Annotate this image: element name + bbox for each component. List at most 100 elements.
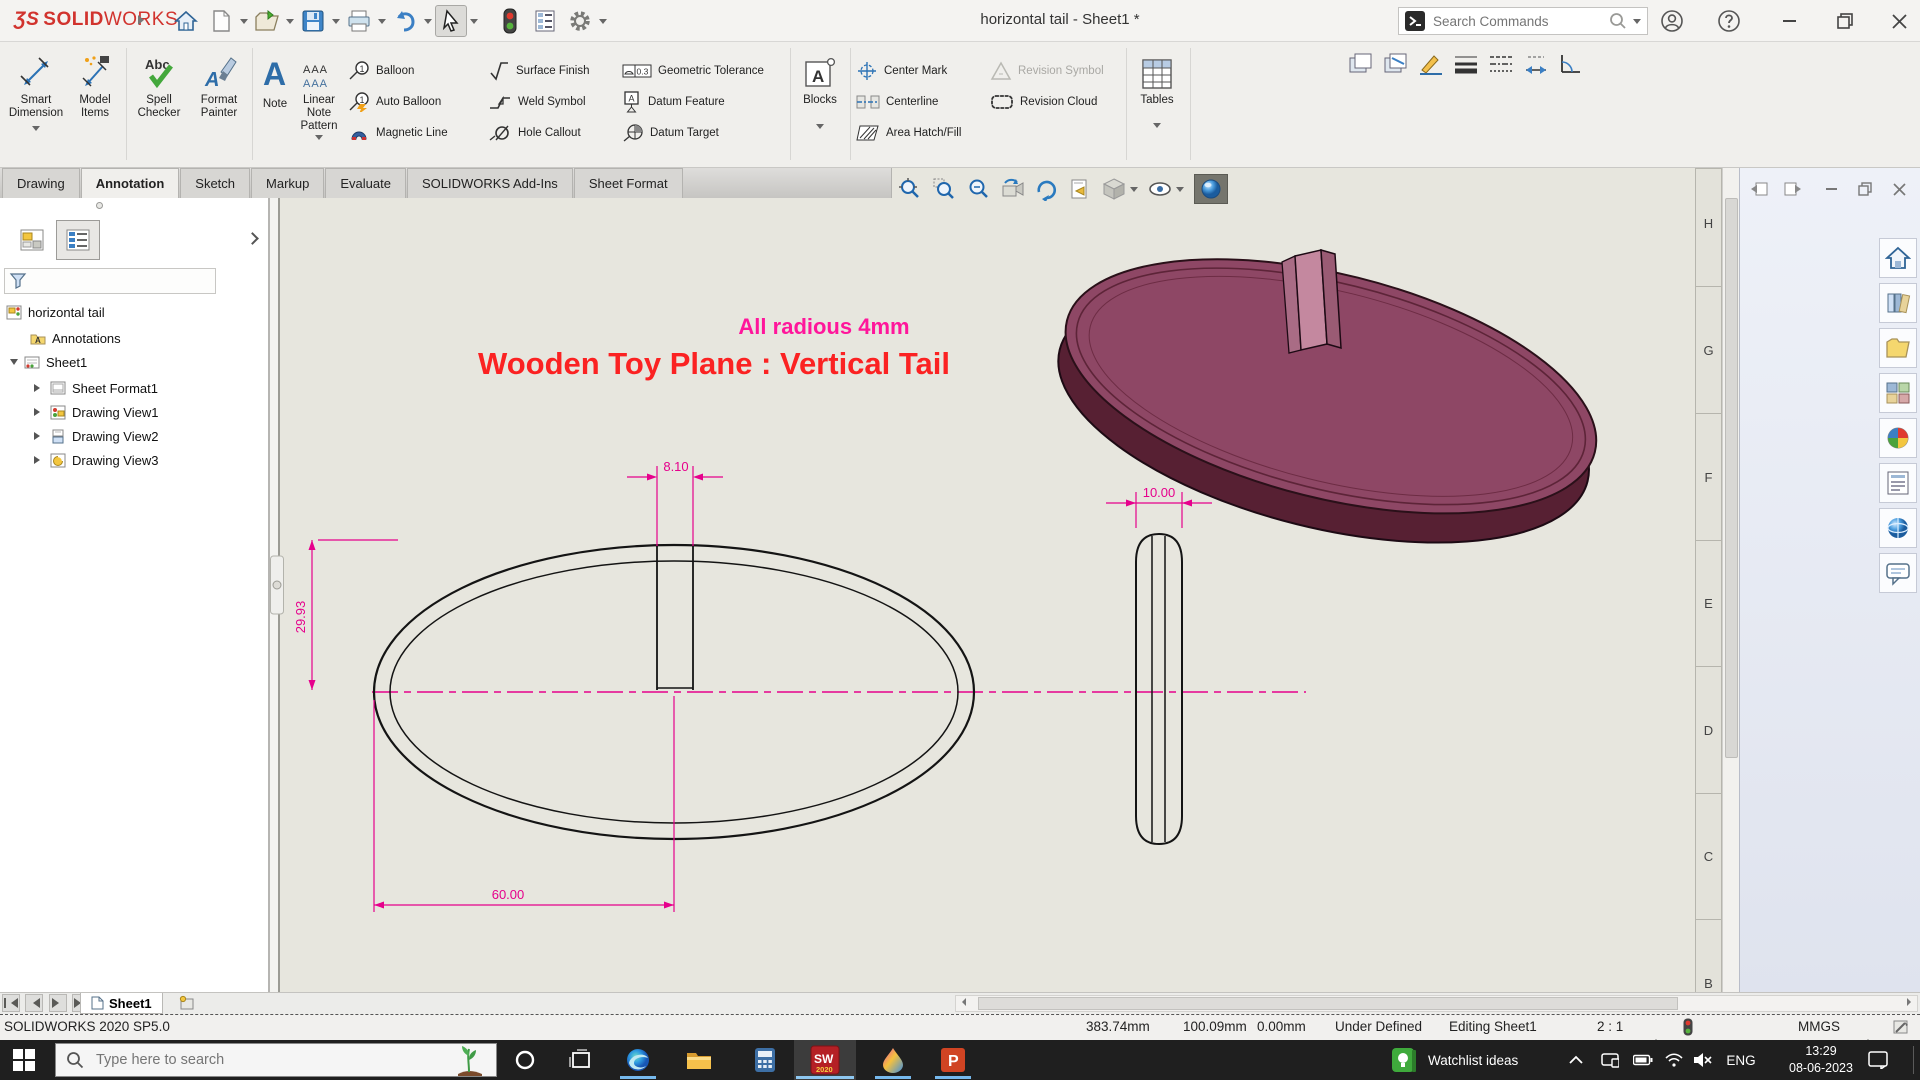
select-dropdown-caret[interactable] (470, 18, 478, 28)
next-sheet-button[interactable] (48, 994, 67, 1012)
hole-callout-button[interactable]: Hole Callout (488, 118, 581, 148)
battery-tray-icon[interactable] (1628, 1040, 1658, 1080)
command-search-box[interactable] (1398, 7, 1648, 35)
design-library-icon[interactable] (1879, 283, 1917, 323)
file-explorer-icon[interactable] (679, 1040, 719, 1080)
sheets-icon[interactable] (1348, 52, 1374, 76)
vertical-scrollbar-thumb[interactable] (1725, 198, 1738, 758)
next-window-icon[interactable] (1780, 178, 1806, 200)
dim-width[interactable]: 60.00 (492, 887, 525, 902)
previous-window-icon[interactable] (1746, 178, 1772, 200)
undo-button[interactable] (389, 5, 421, 37)
tab-sketch[interactable]: Sketch (180, 168, 251, 198)
help-icon[interactable] (1712, 7, 1746, 35)
solidworks-forum-icon[interactable] (1879, 508, 1917, 548)
document-minimize-icon[interactable] (1818, 178, 1844, 200)
file-properties-button[interactable] (529, 5, 561, 37)
magnetic-line-button[interactable]: Magnetic Line (348, 118, 448, 148)
sheet1-expander[interactable] (10, 359, 18, 369)
save-button[interactable] (297, 5, 329, 37)
vertical-scrollbar[interactable] (1722, 168, 1739, 992)
rebuild-button[interactable] (494, 5, 526, 37)
auto-balloon-button[interactable]: 1 Auto Balloon (348, 87, 441, 117)
tab-sheet-format[interactable]: Sheet Format (573, 168, 683, 198)
taskbar-search-input[interactable] (94, 1051, 442, 1069)
3d-drawing-view-icon[interactable] (1068, 177, 1092, 201)
first-sheet-button[interactable] (2, 994, 20, 1012)
previous-sheet-button[interactable] (25, 994, 44, 1012)
zoom-to-area-icon[interactable] (932, 177, 956, 201)
task-pane-home-icon[interactable] (1879, 238, 1917, 278)
open-button[interactable] (251, 5, 283, 37)
tree-sheet1-row[interactable]: Sheet1 (10, 350, 87, 374)
search-scope-caret[interactable] (1633, 18, 1641, 28)
cast-tray-icon[interactable] (1596, 1040, 1624, 1080)
home-button[interactable] (170, 5, 202, 37)
weld-symbol-button[interactable]: Weld Symbol (488, 87, 586, 117)
powerpoint-icon[interactable]: P (933, 1040, 973, 1080)
appearances-scenes-icon[interactable] (1879, 418, 1917, 458)
start-button[interactable] (0, 1040, 48, 1080)
login-icon[interactable] (1655, 7, 1689, 35)
unit-system[interactable]: MMGS (1798, 1019, 1840, 1034)
hscroll-left-arrow[interactable] (958, 998, 966, 1006)
options-dropdown-caret[interactable] (599, 18, 607, 28)
tab-annotation[interactable]: Annotation (80, 168, 180, 198)
view-orientation-icon[interactable] (1000, 177, 1024, 201)
zoom-in-out-icon[interactable] (966, 177, 990, 201)
angle-snap-icon[interactable] (1558, 52, 1584, 76)
open-dropdown-caret[interactable] (286, 18, 294, 28)
tree-drawing-view3-row[interactable]: Drawing View3 (34, 448, 158, 472)
hide-show-items-icon[interactable] (1148, 177, 1184, 201)
panel-collapse-chevron[interactable] (246, 232, 259, 245)
solidworks-app-icon[interactable]: SW 2020 (794, 1040, 856, 1080)
file-explorer-pane-icon[interactable] (1879, 328, 1917, 368)
feature-tree-tab[interactable] (10, 220, 54, 260)
undo-dropdown-caret[interactable] (424, 18, 432, 28)
wifi-tray-icon[interactable] (1660, 1040, 1688, 1080)
volume-muted-icon[interactable] (1688, 1040, 1718, 1080)
tree-root-row[interactable]: horizontal tail (6, 300, 105, 324)
tab-drawing[interactable]: Drawing (2, 168, 80, 198)
rotate-view-icon[interactable] (1034, 177, 1058, 201)
edit-line-icon[interactable] (1418, 52, 1444, 76)
horizontal-scrollbar[interactable] (955, 995, 1918, 1012)
tab-markup[interactable]: Markup (251, 168, 325, 198)
blocks-caret[interactable] (816, 124, 824, 133)
panel-splitter-dot[interactable] (96, 202, 103, 209)
select-tool-button[interactable] (435, 5, 467, 37)
new-dropdown-caret[interactable] (240, 18, 248, 28)
tray-expand-chevron[interactable] (1562, 1040, 1590, 1080)
hide-show-caret[interactable] (1176, 186, 1184, 196)
language-indicator[interactable]: ENG (1720, 1040, 1762, 1080)
scale-caret[interactable] (1652, 1024, 1660, 1044)
display-style-caret[interactable] (1130, 186, 1138, 196)
new-document-button[interactable] (205, 5, 237, 37)
panel-splitter-tab[interactable] (270, 555, 284, 615)
dim-slot-width[interactable]: 8.10 (663, 459, 688, 474)
notification-center-icon[interactable] (1860, 1040, 1896, 1080)
watchlist-label[interactable]: Watchlist ideas (1428, 1040, 1546, 1080)
spell-checker-button[interactable]: Abc Spell Checker (130, 46, 188, 120)
center-mark-button[interactable]: Center Mark (856, 56, 947, 86)
tags-icon[interactable] (1892, 1018, 1910, 1036)
geometric-tolerance-button[interactable]: 0.3 Geometric Tolerance (622, 56, 764, 86)
document-restore-icon[interactable] (1852, 178, 1878, 200)
comments-pane-icon[interactable] (1879, 553, 1917, 593)
document-close-icon[interactable] (1886, 178, 1912, 200)
options-gear-button[interactable] (564, 5, 596, 37)
linear-note-pattern-button[interactable]: AAA AAA Linear Note Pattern (296, 46, 342, 144)
tab-evaluate[interactable]: Evaluate (325, 168, 406, 198)
tables-button[interactable]: Tables (1130, 46, 1184, 132)
drawing-graphics-area[interactable]: All radious 4mm Wooden Toy Plane : Verti… (270, 168, 1695, 992)
view3-expander[interactable] (34, 456, 44, 464)
status-rebuild-icon[interactable] (1683, 1018, 1693, 1036)
taskbar-search-box[interactable] (55, 1043, 497, 1077)
sheet-format-expander[interactable] (34, 384, 44, 392)
cortana-icon[interactable] (505, 1040, 545, 1080)
show-desktop-divider[interactable] (1913, 1046, 1914, 1074)
line-style-icon[interactable] (1488, 52, 1514, 76)
tree-annotations-row[interactable]: A Annotations (30, 326, 121, 350)
logo-expand-arrow[interactable] (138, 15, 149, 25)
line-thickness-icon[interactable] (1453, 52, 1479, 76)
